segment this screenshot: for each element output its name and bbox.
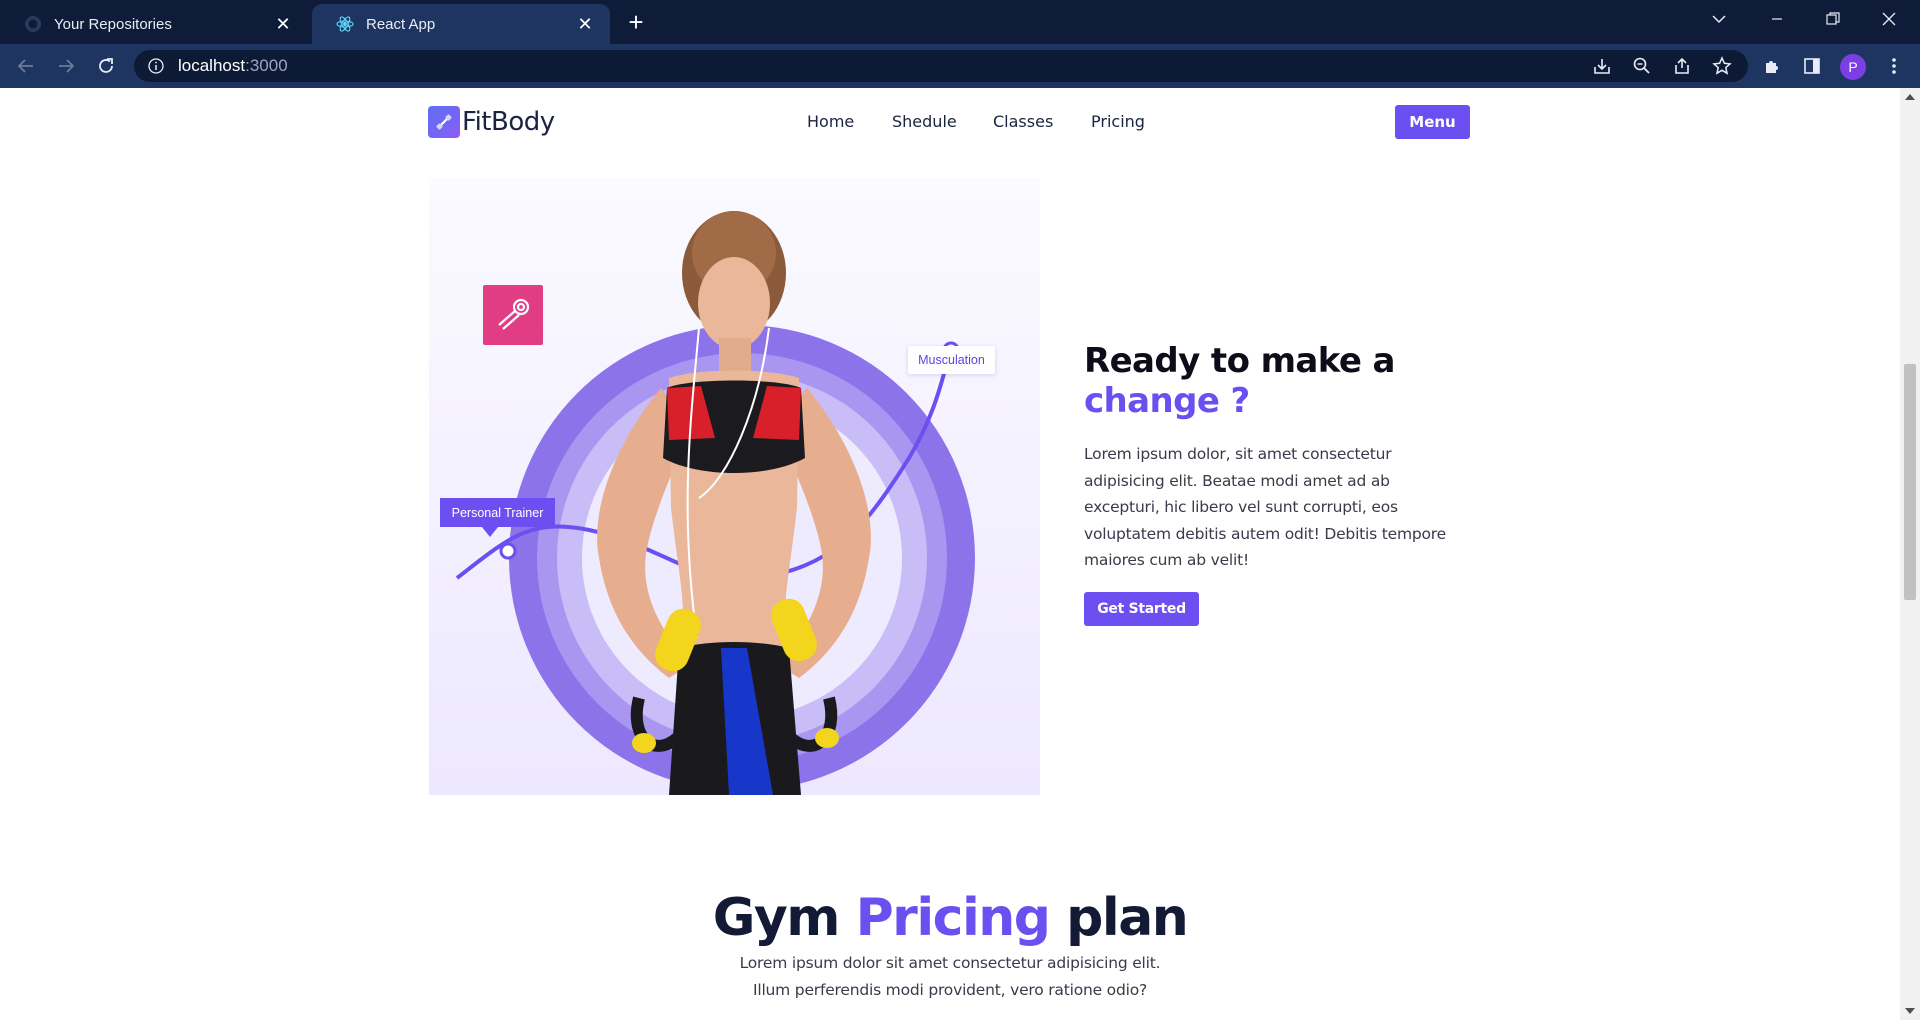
share-icon[interactable] xyxy=(1668,52,1696,80)
close-tab-icon[interactable]: ✕ xyxy=(272,13,294,35)
nav-pricing[interactable]: Pricing xyxy=(1091,112,1145,131)
extensions-icon[interactable] xyxy=(1758,52,1786,80)
hero-heading: Ready to make a change ? xyxy=(1084,341,1395,421)
github-icon xyxy=(24,15,42,33)
install-app-icon[interactable] xyxy=(1588,52,1616,80)
browser-toolbar: localhost:3000 P xyxy=(0,44,1920,88)
hand-gripper-icon xyxy=(483,285,543,345)
menu-button[interactable]: Menu xyxy=(1395,105,1470,139)
hero-image xyxy=(429,178,1040,795)
pricing-heading-before: Gym xyxy=(712,888,841,948)
tab-your-repositories[interactable]: Your Repositories ✕ xyxy=(0,4,308,44)
forward-icon[interactable] xyxy=(52,52,80,80)
browser-tab-strip: Your Repositories ✕ React App ✕ + xyxy=(0,0,1920,44)
close-window-icon[interactable] xyxy=(1866,0,1912,38)
url-port: :3000 xyxy=(245,56,288,75)
hero-heading-line1: Ready to make a xyxy=(1084,341,1395,381)
musculation-tag: Musculation xyxy=(908,346,995,374)
tab-title: Your Repositories xyxy=(54,15,172,33)
brand-logo[interactable]: FitBody xyxy=(428,106,555,138)
pricing-subtitle-line1: Lorem ipsum dolor sit amet consectetur a… xyxy=(739,954,1161,972)
hero-paragraph: Lorem ipsum dolor, sit amet consectetur … xyxy=(1084,445,1446,569)
tab-title: React App xyxy=(366,15,436,33)
new-tab-icon[interactable]: + xyxy=(622,8,650,36)
pricing-subtitle: Lorem ipsum dolor sit amet consectetur a… xyxy=(0,950,1900,1003)
minimize-icon[interactable] xyxy=(1754,0,1800,38)
back-icon[interactable] xyxy=(12,52,40,80)
pricing-heading: Gym Pricing plan xyxy=(0,888,1900,948)
url-host: localhost xyxy=(178,56,246,75)
side-panel-icon[interactable] xyxy=(1798,52,1826,80)
personal-trainer-tag: Personal Trainer xyxy=(440,498,555,537)
pricing-heading-after: plan xyxy=(1066,888,1189,948)
address-bar[interactable]: localhost:3000 xyxy=(134,50,1748,82)
tab-search-icon[interactable] xyxy=(1696,0,1742,38)
nav-shedule[interactable]: Shedule xyxy=(892,112,957,131)
pricing-subtitle-line2: Illum perferendis modi provident, vero r… xyxy=(752,980,1148,999)
scroll-down-icon[interactable] xyxy=(1905,1008,1915,1014)
scrollbar-thumb[interactable] xyxy=(1904,364,1916,600)
nav-classes[interactable]: Classes xyxy=(993,112,1053,131)
scroll-up-icon[interactable] xyxy=(1905,94,1915,100)
vertical-scrollbar[interactable] xyxy=(1900,88,1920,1020)
get-started-button[interactable]: Get Started xyxy=(1084,592,1199,626)
hero-heading-accent: change ? xyxy=(1084,381,1250,421)
nav-home[interactable]: Home xyxy=(807,112,854,131)
dumbbell-logo-icon xyxy=(428,106,460,138)
tab-react-app[interactable]: React App ✕ xyxy=(312,4,610,44)
zoom-icon[interactable] xyxy=(1628,52,1656,80)
close-tab-icon[interactable]: ✕ xyxy=(574,13,596,35)
brand-name: FitBody xyxy=(462,107,555,137)
site-info-icon[interactable] xyxy=(148,58,164,74)
react-icon xyxy=(336,15,354,33)
profile-avatar[interactable]: P xyxy=(1840,54,1866,80)
pricing-heading-accent: Pricing xyxy=(855,888,1051,948)
restore-icon[interactable] xyxy=(1810,0,1856,38)
page-viewport: FitBody Home Shedule Classes Pricing Men… xyxy=(0,88,1900,1020)
browser-menu-icon[interactable] xyxy=(1880,52,1908,80)
bookmark-star-icon[interactable] xyxy=(1708,52,1736,80)
reload-icon[interactable] xyxy=(92,52,120,80)
